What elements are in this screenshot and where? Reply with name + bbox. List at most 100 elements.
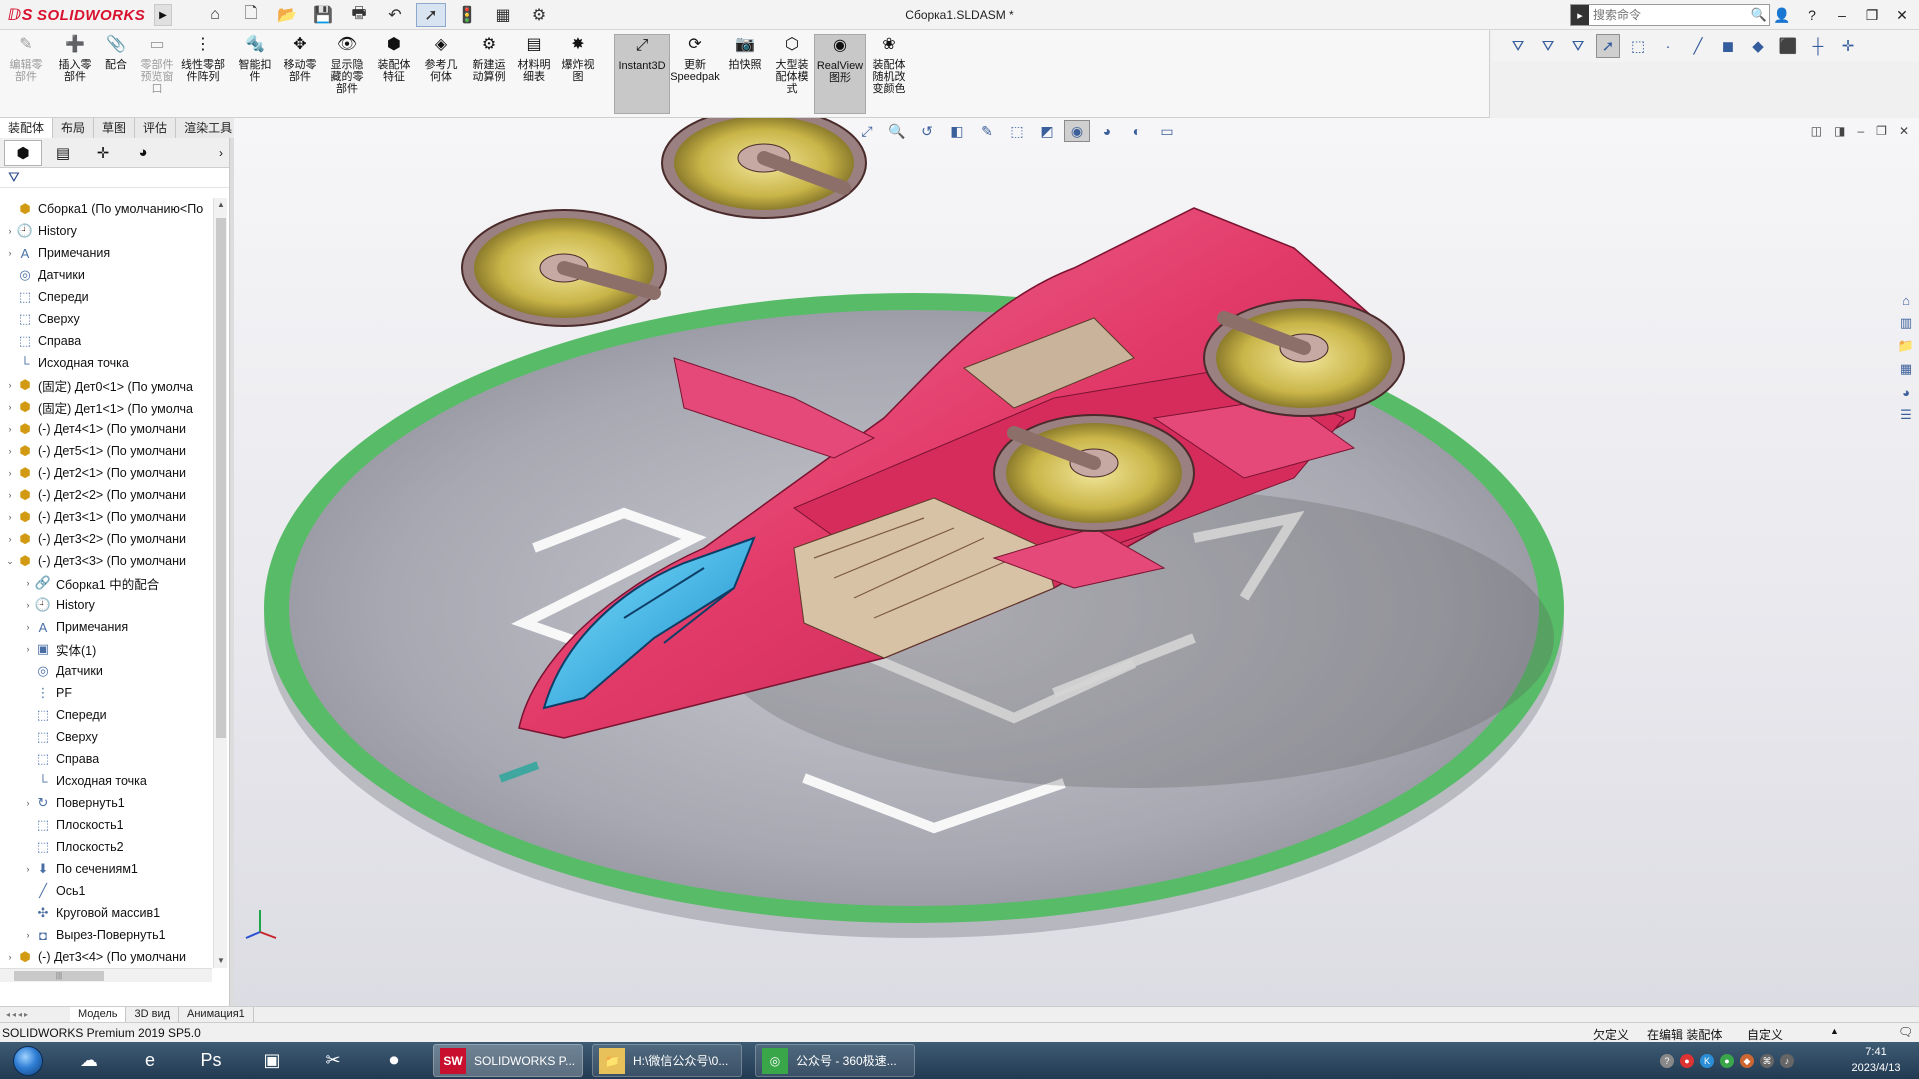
tree-expand-icon[interactable]: › (4, 424, 16, 434)
apply-scene-icon[interactable]: ◐ (1124, 120, 1150, 142)
dynamic-annotation-icon[interactable]: ✎ (974, 120, 1000, 142)
tray-expand-icon[interactable]: ? (1660, 1054, 1674, 1068)
view-orientation-icon[interactable]: ⬚ (1004, 120, 1030, 142)
command-button-5[interactable]: 🔩 智能扣 件 (234, 34, 276, 114)
tab-0[interactable]: 装配体 (0, 118, 54, 138)
rotor-front-left[interactable] (461, 209, 667, 327)
tree-expand-icon[interactable]: › (4, 468, 16, 478)
tree-expand-icon[interactable]: › (4, 380, 16, 390)
command-button-0[interactable]: ✎ 编辑零 部件 (4, 34, 48, 114)
tree-node[interactable]: › 🕘 History (0, 220, 212, 242)
tree-node[interactable]: › ⬇ По сечениям1 (0, 858, 212, 880)
zoom-to-fit-icon[interactable]: ⤢ (854, 120, 880, 142)
tree-expand-icon[interactable]: › (4, 402, 16, 412)
hscroll-thumb[interactable]: ||| (14, 971, 104, 981)
file-explorer-icon[interactable]: 📁 (1895, 336, 1917, 356)
tree-expand-icon[interactable]: › (22, 864, 34, 874)
tray-k-icon[interactable]: K (1700, 1054, 1714, 1068)
scroll-down-icon[interactable]: ▼ (214, 954, 228, 968)
vertex-icon[interactable]: · (1656, 34, 1680, 58)
command-button-1[interactable]: ➕ 插入零 部件 (52, 34, 98, 114)
select-arrow-icon[interactable]: ➚ (1596, 34, 1620, 58)
tree-node[interactable]: ⬚ Сверху (0, 308, 212, 330)
tree-node[interactable]: › ⬢ (-) Дет3<1> (По умолчани (0, 506, 212, 528)
tree-node[interactable]: ⌄ ⬢ (-) Дет3<3> (По умолчани (0, 550, 212, 572)
command-button-15[interactable]: 📷 拍快照 (724, 34, 766, 114)
custom-properties-icon[interactable]: ☰ (1895, 405, 1917, 425)
tab-4[interactable]: 渲染工具 (176, 118, 242, 138)
tree-expand-icon[interactable]: › (4, 446, 16, 456)
baidu-netdisk-icon[interactable]: ☁ (66, 1044, 112, 1077)
tree-node[interactable]: › ⬢ (-) Дет4<1> (По умолчани (0, 418, 212, 440)
tree-node[interactable]: › ⬢ (-) Дет3<2> (По умолчани (0, 528, 212, 550)
taskbar-window-1[interactable]: 📁 H:\微信公众号\0... (592, 1044, 742, 1077)
command-button-9[interactable]: ◈ 参考几 何体 (418, 34, 464, 114)
tree-expand-icon[interactable]: › (22, 600, 34, 610)
face-icon[interactable]: ◼ (1716, 34, 1740, 58)
close-icon[interactable]: ✕ (1891, 4, 1913, 26)
tree-node[interactable]: ⋮ PF (0, 682, 212, 704)
tool-icon[interactable]: ✂ (310, 1044, 356, 1077)
viewport-tile-icon[interactable]: ◫ (1811, 124, 1822, 138)
chat-icon[interactable]: 🗨 (1898, 1025, 1913, 1039)
command-button-3[interactable]: ▭ 零部件 预览窗 口 (136, 34, 178, 114)
feature-tree-icon[interactable]: ⬢ (4, 139, 42, 166)
view-palette-icon[interactable]: ▦ (1895, 359, 1917, 379)
tree-expand-icon[interactable]: › (4, 248, 16, 258)
tree-expand-icon[interactable]: › (4, 226, 16, 236)
tree-node[interactable]: └ Исходная точка (0, 770, 212, 792)
axis-icon[interactable]: ┼ (1806, 34, 1830, 58)
file-props-icon[interactable]: ▦ (488, 3, 518, 27)
tree-node[interactable]: ✣ Круговой массив1 (0, 902, 212, 924)
app-icon[interactable]: ▣ (249, 1044, 295, 1077)
tree-expand-icon[interactable]: › (22, 578, 34, 588)
start-button[interactable] (6, 1043, 50, 1078)
tab-scroll-arrows-icon[interactable]: ◂◂◂▸ (0, 1010, 70, 1019)
rotor-rear-right[interactable] (1203, 299, 1405, 417)
view-settings-icon[interactable]: ▭ (1154, 120, 1180, 142)
command-button-7[interactable]: 👁 显示隐 藏的零 部件 (324, 34, 370, 114)
tree-node[interactable]: ⬚ Плоскость2 (0, 836, 212, 858)
design-library-icon[interactable]: ▥ (1895, 313, 1917, 333)
command-button-13[interactable]: ⤢ Instant3D (614, 34, 670, 114)
surface-icon[interactable]: ◆ (1746, 34, 1770, 58)
bottom-tab-1[interactable]: 3D вид (126, 1007, 180, 1022)
command-button-11[interactable]: ▤ 材料明 细表 (514, 34, 554, 114)
command-button-10[interactable]: ⚙ 新建运 动算例 (466, 34, 512, 114)
recorder-icon[interactable]: ⏺ (371, 1044, 417, 1077)
tree-horizontal-scrollbar[interactable]: ||| (0, 968, 212, 982)
command-button-6[interactable]: ✥ 移动零 部件 (278, 34, 322, 114)
tree-node[interactable]: › ↻ Повернуть1 (0, 792, 212, 814)
filter-faces-icon[interactable]: ⛛ (1566, 34, 1590, 58)
browser-icon[interactable]: e (127, 1044, 173, 1077)
tree-node[interactable]: › ⬢ (-) Дет2<1> (По умолчани (0, 462, 212, 484)
photoshop-icon[interactable]: Ps (188, 1044, 234, 1077)
tree-expand-icon[interactable]: ⌄ (4, 556, 16, 567)
tree-node[interactable]: ⬚ Плоскость1 (0, 814, 212, 836)
taskbar-window-2[interactable]: ◎ 公众号 - 360极速... (755, 1044, 915, 1077)
display-style-icon[interactable]: ◩ (1034, 120, 1060, 142)
tree-expand-icon[interactable]: › (4, 512, 16, 522)
tree-node[interactable]: › ⬢ (-) Дет3<4> (По умолчани (0, 946, 212, 968)
tree-node[interactable]: › ⬢ (固定) Дет1<1> (По умолча (0, 396, 212, 418)
new-doc-icon[interactable]: 🗋 (236, 3, 266, 27)
unit-system-arrow-icon[interactable]: ▲ (1830, 1026, 1839, 1036)
scroll-up-icon[interactable]: ▲ (214, 198, 228, 212)
edge-icon[interactable]: ╱ (1686, 34, 1710, 58)
tree-expand-icon[interactable]: › (22, 644, 34, 654)
rotor-rear-left[interactable] (661, 118, 867, 219)
tree-vertical-scrollbar[interactable]: ▲ ▼ (213, 198, 227, 968)
tree-node[interactable]: ⬚ Справа (0, 330, 212, 352)
command-button-4[interactable]: ⋮ 线性零部 件阵列 (176, 34, 230, 114)
tree-expand-icon[interactable]: › (22, 798, 34, 808)
command-button-12[interactable]: ✸ 爆炸视 图 (556, 34, 600, 114)
command-button-8[interactable]: ⬢ 装配体 特征 (372, 34, 416, 114)
tree-node[interactable]: ◎ Датчики (0, 660, 212, 682)
tree-node[interactable]: › ⬢ (固定) Дет0<1> (По умолча (0, 374, 212, 396)
tray-green-icon[interactable]: ● (1720, 1054, 1734, 1068)
zoom-area-icon[interactable]: 🔍 (884, 120, 910, 142)
open-icon[interactable]: 📂 (272, 3, 302, 27)
tray-volume-icon[interactable]: ♪ (1780, 1054, 1794, 1068)
options-icon[interactable]: ⚙ (524, 3, 554, 27)
tree-node[interactable]: › ⬢ (-) Дет5<1> (По умолчани (0, 440, 212, 462)
